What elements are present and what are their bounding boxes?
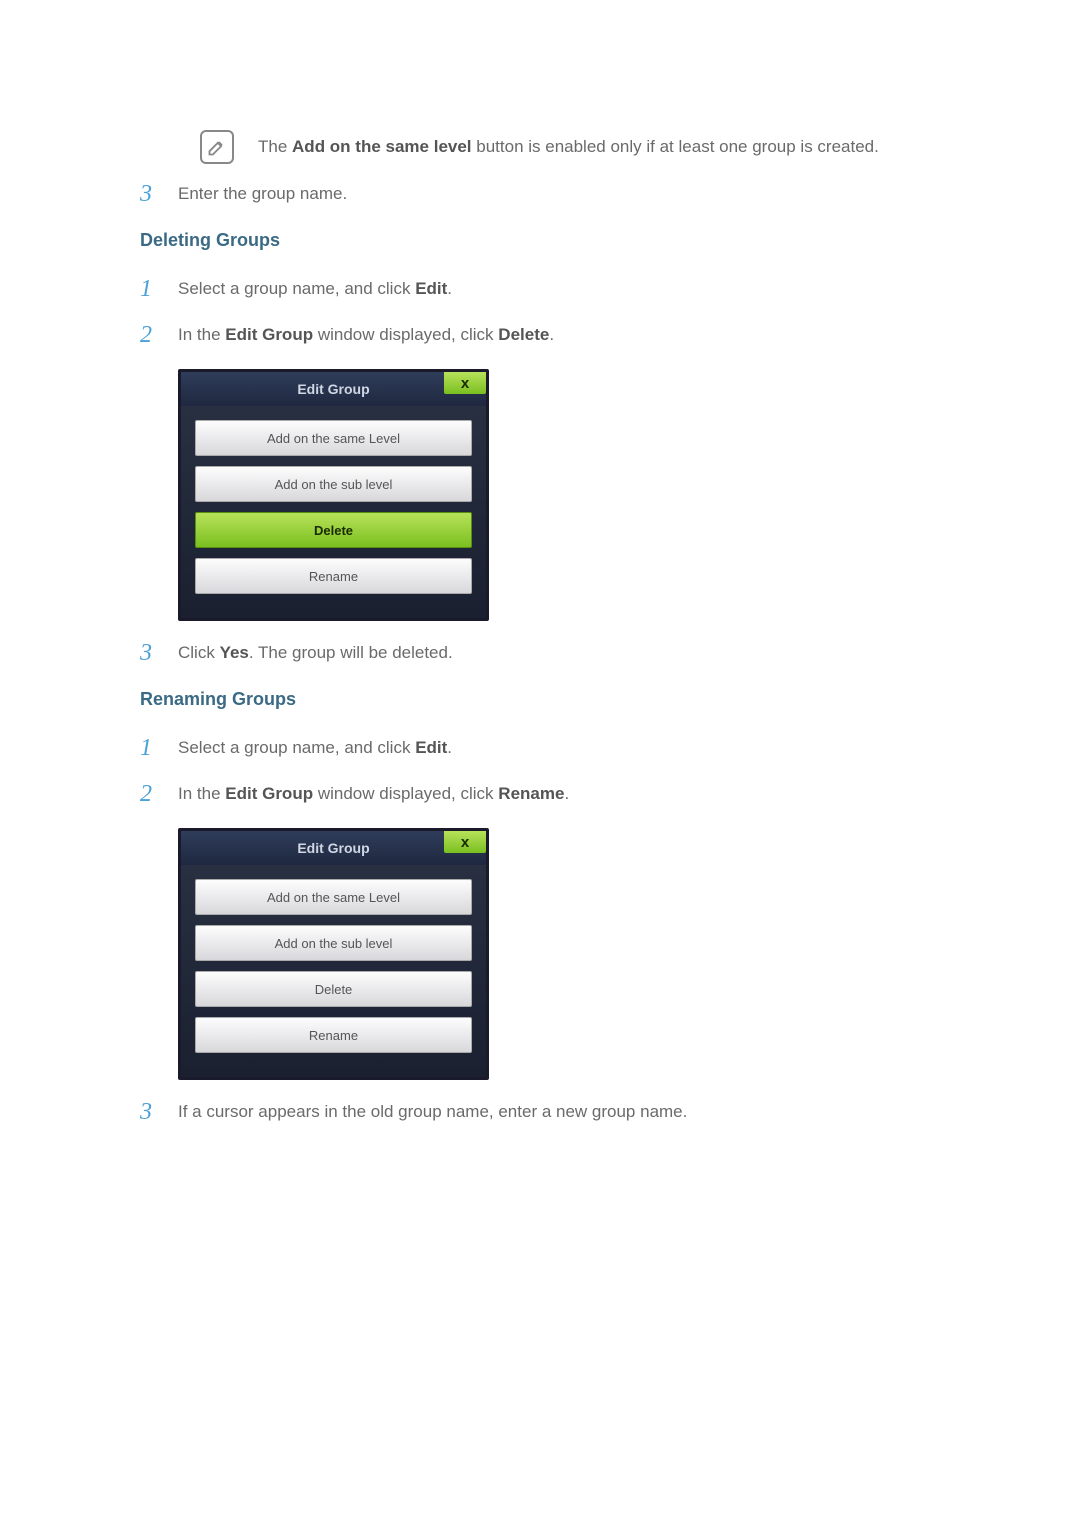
add-same-level-button[interactable]: Add on the same Level	[195, 879, 472, 915]
document-page: The Add on the same level button is enab…	[0, 0, 1080, 1206]
step-row: 3 Click Yes. The group will be deleted.	[140, 641, 960, 665]
close-button[interactable]: x	[444, 372, 486, 394]
close-button[interactable]: x	[444, 831, 486, 853]
step-row: 3 Enter the group name.	[140, 182, 960, 206]
note-text: The Add on the same level button is enab…	[258, 137, 879, 157]
step-row: 1 Select a group name, and click Edit.	[140, 277, 960, 301]
step-number: 3	[140, 641, 178, 665]
dialog-titlebar: Edit Group x	[181, 372, 486, 406]
step-text: Select a group name, and click Edit.	[178, 277, 452, 299]
step-number: 2	[140, 323, 178, 347]
step-number: 2	[140, 782, 178, 806]
dialog-title: Edit Group	[297, 840, 369, 856]
edit-group-dialog-rename: Edit Group x Add on the same Level Add o…	[178, 828, 960, 1080]
step-row: 2 In the Edit Group window displayed, cl…	[140, 782, 960, 806]
step-number: 3	[140, 182, 178, 206]
step-row: 1 Select a group name, and click Edit.	[140, 736, 960, 760]
step-number: 3	[140, 1100, 178, 1124]
step-text: Select a group name, and click Edit.	[178, 736, 452, 758]
step-text: In the Edit Group window displayed, clic…	[178, 782, 569, 804]
rename-button[interactable]: Rename	[195, 558, 472, 594]
step-number: 1	[140, 277, 178, 301]
step-text: Click Yes. The group will be deleted.	[178, 641, 453, 663]
step-text: If a cursor appears in the old group nam…	[178, 1100, 687, 1122]
info-note: The Add on the same level button is enab…	[200, 130, 960, 164]
dialog: Edit Group x Add on the same Level Add o…	[178, 369, 489, 621]
step-text: Enter the group name.	[178, 182, 347, 204]
delete-button[interactable]: Delete	[195, 971, 472, 1007]
dialog-titlebar: Edit Group x	[181, 831, 486, 865]
dialog-title: Edit Group	[297, 381, 369, 397]
step-number: 1	[140, 736, 178, 760]
step-text: In the Edit Group window displayed, clic…	[178, 323, 554, 345]
add-sub-level-button[interactable]: Add on the sub level	[195, 466, 472, 502]
rename-button[interactable]: Rename	[195, 1017, 472, 1053]
note-icon	[200, 130, 234, 164]
add-same-level-button[interactable]: Add on the same Level	[195, 420, 472, 456]
delete-button[interactable]: Delete	[195, 512, 472, 548]
step-row: 3 If a cursor appears in the old group n…	[140, 1100, 960, 1124]
step-row: 2 In the Edit Group window displayed, cl…	[140, 323, 960, 347]
section-heading-renaming: Renaming Groups	[140, 689, 960, 710]
edit-group-dialog-delete: Edit Group x Add on the same Level Add o…	[178, 369, 960, 621]
dialog: Edit Group x Add on the same Level Add o…	[178, 828, 489, 1080]
add-sub-level-button[interactable]: Add on the sub level	[195, 925, 472, 961]
section-heading-deleting: Deleting Groups	[140, 230, 960, 251]
